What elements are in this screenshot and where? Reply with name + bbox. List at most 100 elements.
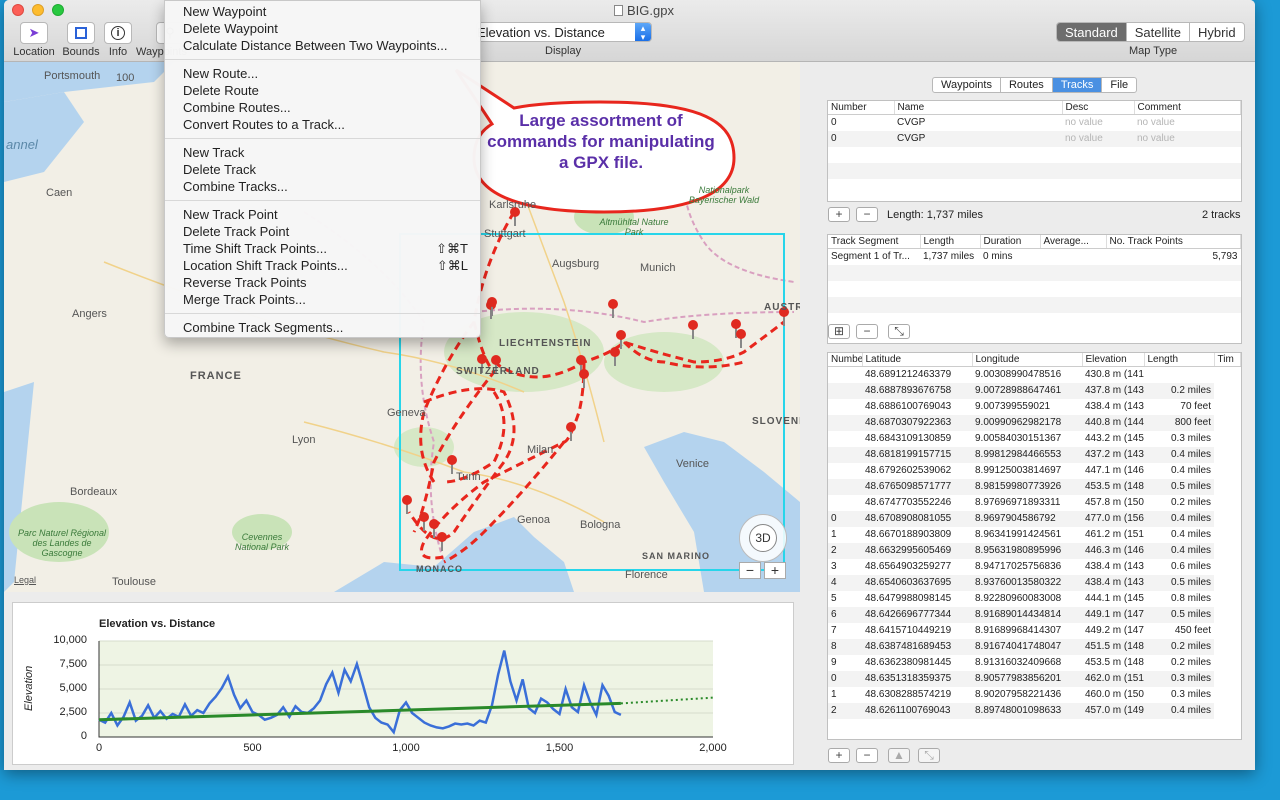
tab-waypoints[interactable]: Waypoints: [933, 78, 1001, 92]
trackpoints-table[interactable]: NumberLatitudeLongitudeElevationLengthTi…: [827, 352, 1242, 740]
tab-tracks[interactable]: Tracks: [1052, 78, 1103, 92]
column-header[interactable]: Elevation: [1082, 353, 1145, 367]
tracks-table[interactable]: Number Name Desc Comment 0 CVGP no value no va…: [827, 100, 1242, 202]
tab-file[interactable]: File: [1102, 78, 1136, 92]
column-header[interactable]: Desc: [1062, 101, 1135, 115]
remove-point-button[interactable]: −: [856, 748, 878, 763]
table-row[interactable]: 48.6891212463379 9.00308990478516 430.8 m …: [828, 367, 1241, 383]
menu-item[interactable]: Delete Waypoint: [165, 20, 480, 37]
column-header[interactable]: Comment: [1134, 101, 1241, 115]
remove-segment-button[interactable]: −: [856, 324, 878, 339]
table-row[interactable]: 48.6792602539062 8.99125003814697 447.1 m …: [828, 463, 1241, 479]
table-row[interactable]: 6 48.6426696777344 8.91689014434814 449.1 m…: [828, 606, 1241, 623]
map-view-button[interactable]: ⊞: [828, 324, 850, 339]
map-legal-link[interactable]: Legal: [14, 575, 36, 585]
map-label-bologna: Bologna: [580, 519, 621, 531]
column-header[interactable]: Average...: [1040, 235, 1107, 249]
table-row[interactable]: 48.6887893676758 9.00728988647461 437.8 m …: [828, 382, 1241, 399]
zoom-out-button[interactable]: −: [739, 562, 761, 579]
map-label-channel: annel: [6, 137, 38, 152]
column-header[interactable]: Duration: [980, 235, 1041, 249]
table-row[interactable]: 0 CVGP no value no value: [828, 130, 1241, 147]
menu-item[interactable]: Reverse Track Points: [165, 274, 480, 291]
bounds-tool[interactable]: Bounds: [58, 22, 104, 58]
remove-track-button[interactable]: −: [856, 207, 878, 222]
menu-item[interactable]: Combine Routes...: [165, 99, 480, 116]
map-type-satellite[interactable]: Satellite: [1127, 23, 1191, 41]
display-popup[interactable]: Elevation vs. Distance ▴ ▾: [476, 22, 652, 42]
menu-item[interactable]: Combine Track Segments...: [165, 319, 480, 336]
minimize-window-button[interactable]: [32, 4, 44, 16]
table-cell: 457.8 m (150...: [1085, 497, 1144, 508]
column-header[interactable]: Tim: [1214, 353, 1241, 367]
info-tool[interactable]: i Info: [104, 22, 132, 58]
table-row[interactable]: 48.6765098571777 8.98159980773926 453.5 m …: [828, 478, 1241, 495]
table-cell: 0.2 miles: [1170, 497, 1211, 508]
table-row[interactable]: 48.6843109130859 9.00584030151367 443.2 m …: [828, 431, 1241, 447]
add-track-button[interactable]: +: [828, 207, 850, 222]
column-header[interactable]: Length: [1144, 353, 1215, 367]
menu-item[interactable]: Calculate Distance Between Two Waypoints…: [165, 37, 480, 54]
menu-item[interactable]: Merge Track Points...: [165, 291, 480, 308]
table-row[interactable]: 7 48.6415710449219 8.91689968414307 449.2 m…: [828, 623, 1241, 639]
table-row[interactable]: 9 48.6362380981445 8.91316032409668 453.5 m…: [828, 655, 1241, 671]
menu-item[interactable]: Location Shift Track Points... ⇧⌘L: [165, 257, 480, 274]
3d-toggle-button[interactable]: 3D: [749, 524, 777, 552]
menu-item[interactable]: Convert Routes to a Track...: [165, 116, 480, 133]
table-row[interactable]: 2 48.6261100769043 8.89748001098633 457.0 m…: [828, 702, 1241, 719]
add-point-button[interactable]: +: [828, 748, 850, 763]
column-header[interactable]: Name: [894, 101, 1063, 115]
table-row[interactable]: 4 48.6540603637695 8.93760013580322 438.4 m…: [828, 574, 1241, 591]
table-row[interactable]: 48.6747703552246 8.97696971893311 457.8 m …: [828, 495, 1241, 511]
column-header[interactable]: Latitude: [862, 353, 973, 367]
column-header[interactable]: No. Track Points: [1106, 235, 1241, 249]
table-cell: 477.0 m (156...: [1082, 510, 1144, 527]
zoom-window-button[interactable]: [52, 4, 64, 16]
menu-item[interactable]: New Track Point: [165, 206, 480, 223]
table-row[interactable]: 0 48.6351318359375 8.90577983856201 462.0 m…: [828, 670, 1241, 687]
column-header[interactable]: Longitude: [972, 353, 1083, 367]
table-cell: 9: [831, 657, 837, 668]
column-header[interactable]: Length: [920, 235, 981, 249]
table-row[interactable]: 3 48.6564903259277 8.94717025756836 438.4 m…: [828, 559, 1241, 575]
menu-item[interactable]: New Route...: [165, 65, 480, 82]
column-header[interactable]: Track Segment: [828, 235, 921, 249]
menu-item[interactable]: Delete Track Point: [165, 223, 480, 240]
table-row[interactable]: 2 48.6632995605469 8.95631980895996 446.3 m…: [828, 542, 1241, 559]
zoom-in-button[interactable]: +: [764, 562, 786, 579]
trackpoints-table-grid[interactable]: NumberLatitudeLongitudeElevationLengthTi…: [828, 353, 1241, 719]
close-window-button[interactable]: [12, 4, 24, 16]
table-row[interactable]: 0 CVGP no value no value: [828, 115, 1241, 131]
elevation-icon[interactable]: ▲: [888, 748, 910, 763]
table-row[interactable]: Segment 1 of Tr... 1,737 miles 0 mins 5,793: [828, 249, 1241, 265]
table-row[interactable]: 1 48.6308288574219 8.90207958221436 460.0 m…: [828, 687, 1241, 703]
menu-item[interactable]: Time Shift Track Points... ⇧⌘T: [165, 240, 480, 257]
tab-routes[interactable]: Routes: [1001, 78, 1053, 92]
collapse-icon[interactable]: ⤡: [888, 324, 910, 339]
table-row[interactable]: 48.6870307922363 9.00990962982178 440.8 m …: [828, 414, 1241, 431]
map-type-hybrid[interactable]: Hybrid: [1190, 23, 1244, 41]
menu-item-label: New Route...: [183, 66, 259, 81]
table-cell: 1: [831, 529, 837, 540]
menu-item[interactable]: New Waypoint: [165, 3, 480, 20]
column-header[interactable]: Number: [828, 353, 863, 367]
map-type-standard[interactable]: Standard: [1057, 23, 1127, 41]
table-row[interactable]: 0 48.6708908081055 8.9697904586792 477.0 m …: [828, 510, 1241, 527]
table-row[interactable]: 8 48.6387481689453 8.91674041748047 451.5 m…: [828, 638, 1241, 655]
table-row[interactable]: 48.6818199157715 8.99812984466553 437.2 m …: [828, 446, 1241, 463]
table-row[interactable]: 1 48.6670188903809 8.96341991424561 461.2 m…: [828, 527, 1241, 543]
empty-cell: [894, 179, 1062, 195]
elevation-chart-svg[interactable]: [13, 603, 795, 766]
compass-3d-control[interactable]: 3D: [739, 514, 787, 562]
location-tool[interactable]: ➤ Location: [12, 22, 56, 58]
column-header[interactable]: Number: [828, 101, 895, 115]
menu-item[interactable]: Combine Tracks...: [165, 178, 480, 195]
menu-item[interactable]: Delete Track: [165, 161, 480, 178]
tracks-table-grid[interactable]: Number Name Desc Comment 0 CVGP no value no va…: [828, 101, 1241, 195]
shrink-icon[interactable]: ⤡: [918, 748, 940, 763]
table-row[interactable]: 5 48.6479988098145 8.92280960083008 444.1 m…: [828, 591, 1241, 607]
table-row[interactable]: 48.6886100769043 9.007399559021 438.4 m (1…: [828, 399, 1241, 415]
menu-item[interactable]: Delete Route: [165, 82, 480, 99]
menu-item[interactable]: New Track: [165, 144, 480, 161]
segments-table-grid[interactable]: Track Segment Length Duration Average... No.…: [828, 235, 1241, 329]
